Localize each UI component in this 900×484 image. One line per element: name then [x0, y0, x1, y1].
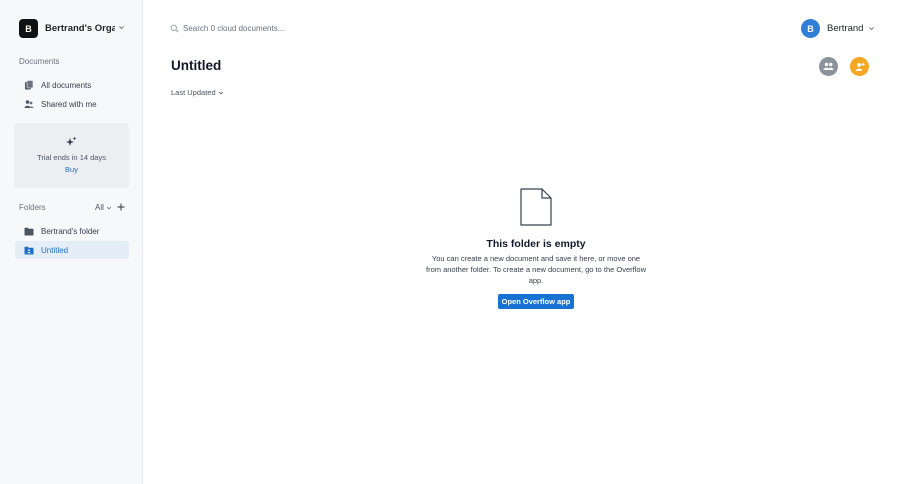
folder-shared-icon [24, 246, 34, 254]
documents-section-label: Documents [19, 57, 60, 66]
share-members-button[interactable] [819, 57, 838, 76]
trial-banner: Trial ends in 14 days Buy [14, 123, 129, 188]
user-menu[interactable]: B Bertrand [801, 19, 875, 38]
search-bar [170, 22, 470, 34]
avatar: B [801, 19, 820, 38]
sparkle-icon [66, 136, 77, 146]
chevron-down-icon [119, 26, 124, 30]
sidebar-item-all-documents[interactable]: All documents [15, 76, 129, 94]
shared-users-icon [24, 100, 34, 108]
chevron-down-icon [106, 206, 111, 209]
chevron-down-icon [218, 91, 223, 94]
trial-text: Trial ends in 14 days [37, 153, 106, 162]
empty-state-description: You can create a new document and save i… [426, 254, 646, 285]
folders-header: Folders All [19, 203, 129, 213]
search-icon [170, 24, 179, 32]
buy-link[interactable]: Buy [14, 165, 129, 174]
add-folder-icon[interactable] [116, 202, 126, 212]
sidebar: B Bertrand's Orga... Documents All docum… [0, 0, 143, 484]
users-icon [823, 62, 834, 70]
org-name: Bertrand's Orga... [45, 23, 115, 34]
sidebar-folder-bertrands-folder[interactable]: Bertrand's folder [15, 222, 129, 240]
sort-dropdown[interactable]: Last Updated [171, 88, 224, 97]
open-overflow-app-button[interactable]: Open Overflow app [498, 294, 574, 309]
page-title: Untitled [171, 58, 222, 73]
sidebar-folder-untitled[interactable]: Untitled [15, 241, 129, 259]
document-icon [520, 188, 552, 226]
app-window: B Bertrand's Orga... Documents All docum… [0, 0, 900, 484]
sidebar-item-label: Shared with me [41, 99, 97, 109]
documents-icon [25, 80, 34, 90]
folder-icon [24, 227, 34, 235]
folders-filter-label: All [95, 203, 104, 212]
invite-button[interactable] [850, 57, 869, 76]
folders-filter-dropdown[interactable]: All [95, 203, 112, 212]
sidebar-item-label: All documents [41, 80, 92, 90]
org-avatar: B [19, 19, 38, 38]
sort-label: Last Updated [171, 88, 216, 97]
org-switcher[interactable]: B Bertrand's Orga... [19, 19, 127, 38]
sidebar-item-shared-with-me[interactable]: Shared with me [15, 95, 129, 113]
user-name: Bertrand [827, 23, 864, 34]
chevron-down-icon [869, 27, 875, 31]
sidebar-folder-label: Bertrand's folder [41, 226, 100, 236]
sidebar-folder-label: Untitled [41, 245, 69, 255]
folders-section-label: Folders [19, 203, 46, 212]
search-input[interactable] [183, 23, 443, 33]
empty-state-title: This folder is empty [486, 238, 586, 250]
user-add-icon [855, 62, 865, 71]
